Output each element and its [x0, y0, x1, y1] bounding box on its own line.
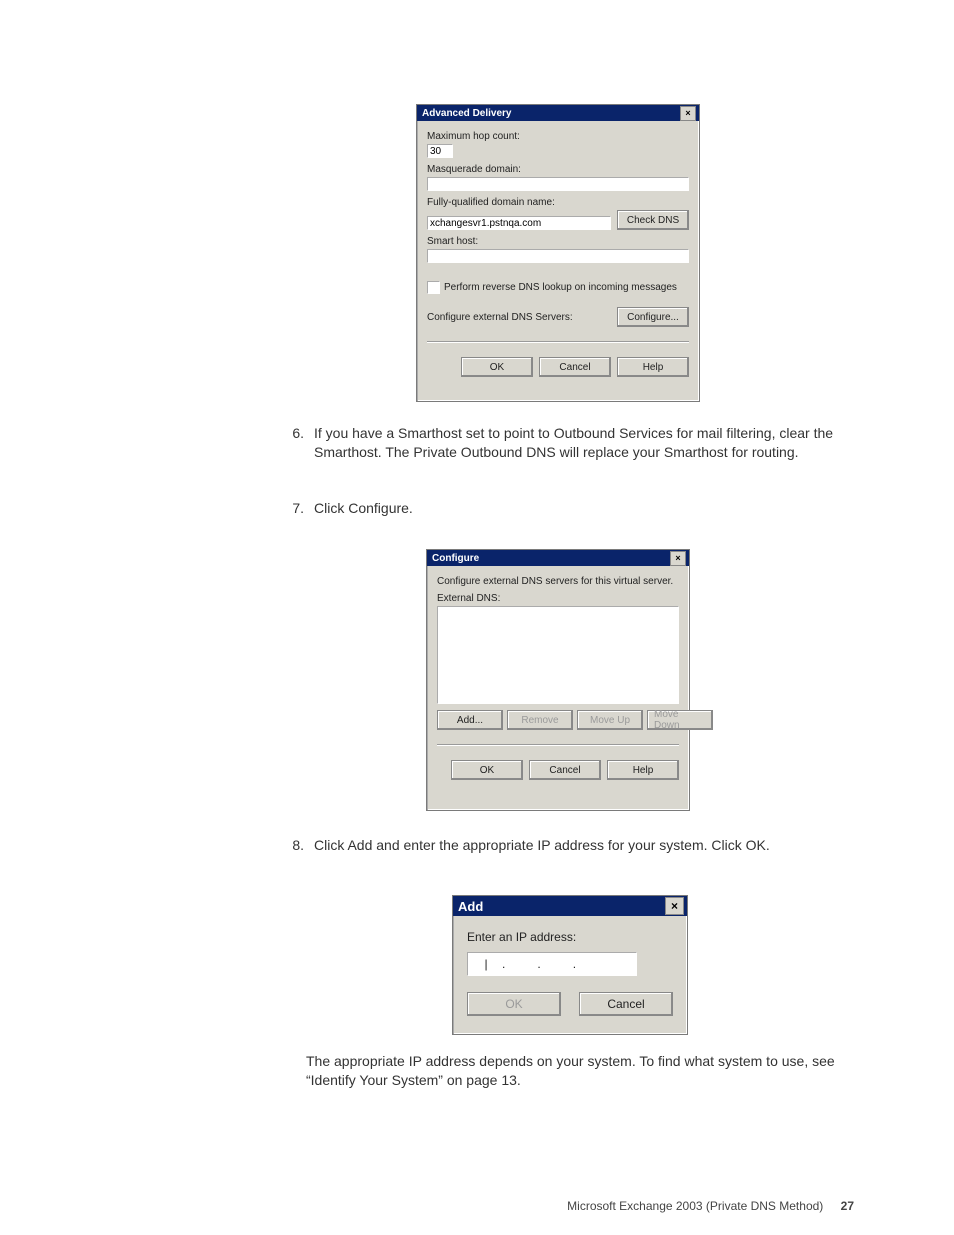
ok-button[interactable]: OK: [461, 357, 533, 377]
ok-button[interactable]: OK: [451, 760, 523, 780]
step-text: Click Configure.: [314, 499, 850, 518]
dialog-titlebar: Advanced Delivery ×: [417, 105, 699, 121]
add-ip-dialog: Add × Enter an IP address: . . . OK Canc…: [452, 895, 688, 1035]
step-text: If you have a Smarthost set to point to …: [314, 424, 850, 462]
configure-dialog: Configure × Configure external DNS serve…: [426, 549, 690, 811]
page-number: 27: [841, 1199, 854, 1213]
configure-desc: Configure external DNS servers for this …: [437, 576, 679, 587]
add-button[interactable]: Add...: [437, 710, 503, 730]
dialog-titlebar: Add ×: [453, 896, 687, 916]
move-up-button[interactable]: Move Up: [577, 710, 643, 730]
page-footer: Microsoft Exchange 2003 (Private DNS Met…: [567, 1199, 854, 1213]
step-8: 8. Click Add and enter the appropriate I…: [280, 836, 850, 855]
ip-label: Enter an IP address:: [467, 930, 673, 944]
check-dns-button[interactable]: Check DNS: [617, 210, 689, 230]
page: Advanced Delivery × Maximum hop count: M…: [0, 0, 954, 1235]
step-7: 7. Click Configure.: [280, 499, 850, 518]
footer-text: Microsoft Exchange 2003 (Private DNS Met…: [567, 1199, 823, 1213]
masq-label: Masquerade domain:: [427, 164, 689, 175]
step-number: 6.: [280, 424, 304, 462]
dialog-title: Advanced Delivery: [422, 108, 680, 119]
step-text: Click Add and enter the appropriate IP a…: [314, 836, 850, 855]
ip-input[interactable]: . . .: [467, 952, 637, 976]
ok-button[interactable]: OK: [467, 992, 561, 1016]
dialog-title: Configure: [432, 553, 670, 564]
dialog-body: Configure external DNS servers for this …: [427, 566, 689, 788]
advanced-delivery-dialog: Advanced Delivery × Maximum hop count: M…: [416, 104, 700, 402]
reverse-dns-checkbox[interactable]: Perform reverse DNS lookup on incoming m…: [427, 281, 677, 294]
maxhop-label: Maximum hop count:: [427, 131, 689, 142]
extdns-label: Configure external DNS Servers:: [427, 312, 611, 323]
close-icon[interactable]: ×: [680, 106, 696, 121]
dialog-body: Maximum hop count: Masquerade domain: Fu…: [417, 121, 699, 385]
smarthost-input[interactable]: [427, 249, 689, 263]
maxhop-input[interactable]: [427, 144, 453, 158]
fqdn-input[interactable]: [427, 216, 611, 230]
close-icon[interactable]: ×: [665, 897, 684, 915]
configure-button[interactable]: Configure...: [617, 307, 689, 327]
checkbox-icon: [427, 281, 440, 294]
reverse-dns-label: Perform reverse DNS lookup on incoming m…: [444, 282, 677, 293]
fqdn-label: Fully-qualified domain name:: [427, 197, 689, 208]
step-6: 6. If you have a Smarthost set to point …: [280, 424, 850, 462]
extdns-list-label: External DNS:: [437, 593, 679, 604]
masq-input[interactable]: [427, 177, 689, 191]
step-number: 7.: [280, 499, 304, 518]
help-button[interactable]: Help: [617, 357, 689, 377]
dialog-titlebar: Configure ×: [427, 550, 689, 566]
cancel-button[interactable]: Cancel: [529, 760, 601, 780]
move-down-button[interactable]: Move Down: [647, 710, 713, 730]
dialog-body: Enter an IP address: . . . OK Cancel: [453, 916, 687, 1026]
cancel-button[interactable]: Cancel: [539, 357, 611, 377]
extdns-listbox[interactable]: [437, 606, 679, 704]
smarthost-label: Smart host:: [427, 236, 689, 247]
close-icon[interactable]: ×: [670, 551, 686, 566]
cancel-button[interactable]: Cancel: [579, 992, 673, 1016]
remove-button[interactable]: Remove: [507, 710, 573, 730]
tail-paragraph: The appropriate IP address depends on yo…: [306, 1052, 846, 1090]
step-number: 8.: [280, 836, 304, 855]
dialog-title: Add: [458, 899, 665, 914]
help-button[interactable]: Help: [607, 760, 679, 780]
